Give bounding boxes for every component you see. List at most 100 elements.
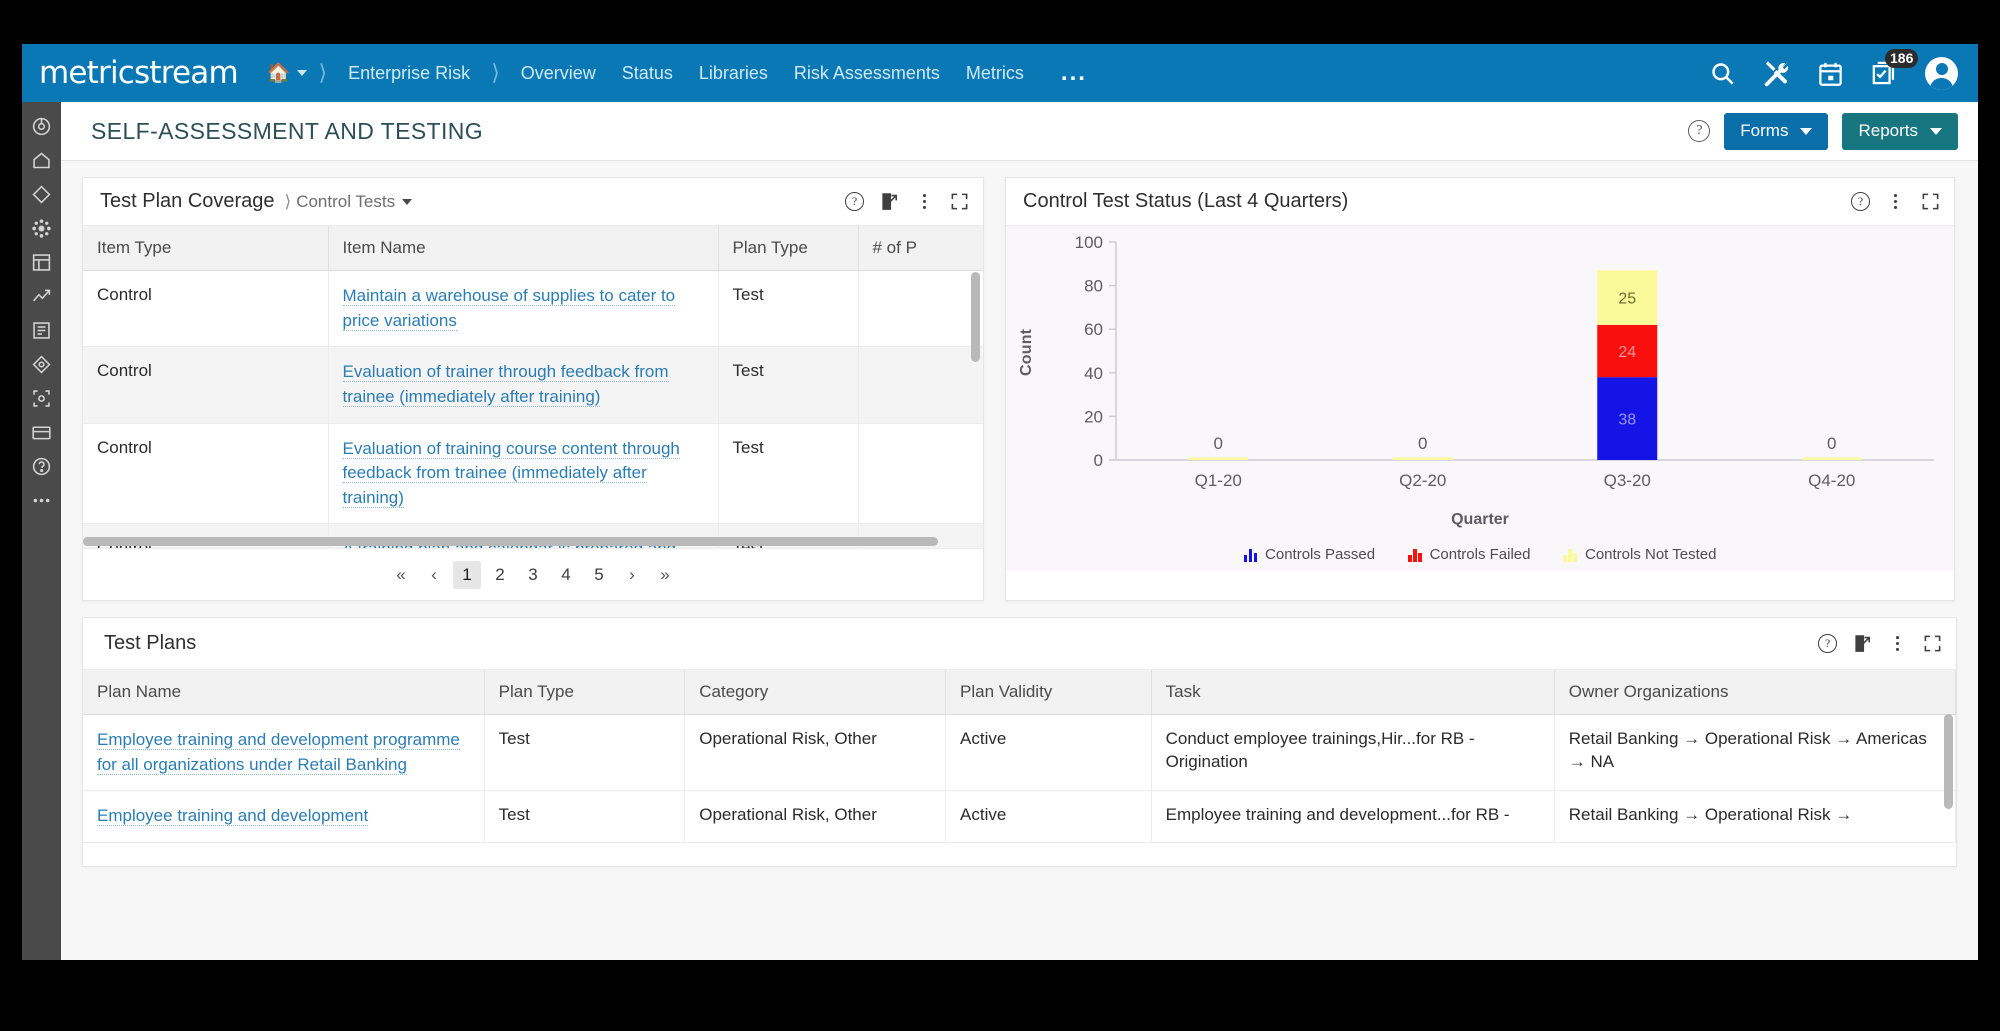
settings-gear-icon[interactable] xyxy=(31,218,52,239)
target-icon[interactable] xyxy=(31,388,52,409)
panel-subtitle-dropdown[interactable]: ⟩ Control Tests xyxy=(285,192,413,212)
cell-item-name: Evaluation of trainer through feedback f… xyxy=(328,346,719,424)
forms-button[interactable]: Forms xyxy=(1724,112,1829,150)
help-circle-icon[interactable]: ? xyxy=(1818,634,1837,653)
nav-link-overview[interactable]: Overview xyxy=(508,44,609,102)
help-icon[interactable] xyxy=(31,456,52,477)
kebab-menu-icon[interactable] xyxy=(915,192,934,211)
horizontal-scrollbar[interactable] xyxy=(83,537,938,546)
pagination-first[interactable]: « xyxy=(387,561,415,589)
x-axis-tick: Q3-20 xyxy=(1604,471,1651,490)
archive-icon[interactable] xyxy=(31,422,52,443)
chart-zero-label: 0 xyxy=(1418,434,1427,453)
tools-icon[interactable] xyxy=(1763,60,1790,87)
pagination-page-3[interactable]: 3 xyxy=(519,561,547,589)
brand-logo[interactable]: metricstream xyxy=(39,55,239,91)
column-header-num-plans[interactable]: # of P xyxy=(858,226,983,271)
left-sidebar-rail xyxy=(22,102,61,960)
breadcrumb-separator-icon: ⟩ xyxy=(491,60,500,85)
cell-category: Operational Risk, Other xyxy=(684,714,947,792)
chevron-down-icon xyxy=(296,70,307,76)
vertical-scrollbar[interactable] xyxy=(1944,714,1953,809)
help-circle-icon[interactable]: ? xyxy=(1851,192,1870,211)
y-axis-tick: 60 xyxy=(1084,320,1103,339)
nav-link-status[interactable]: Status xyxy=(609,44,686,102)
kebab-menu-icon[interactable] xyxy=(1888,634,1907,653)
tasks-icon[interactable]: 186 xyxy=(1871,48,1919,87)
column-header-task[interactable]: Task xyxy=(1151,670,1555,715)
column-header-plan-name[interactable]: Plan Name xyxy=(83,670,485,715)
home-menu-button[interactable]: 🏠 xyxy=(263,64,311,83)
export-icon[interactable] xyxy=(1853,634,1872,653)
pagination-prev[interactable]: ‹ xyxy=(420,561,448,589)
search-icon[interactable] xyxy=(1709,60,1736,87)
panel-tools: ? xyxy=(845,192,969,211)
item-name-link[interactable]: Maintain a warehouse of supplies to cate… xyxy=(342,286,676,331)
chart-bar-label: 25 xyxy=(1618,291,1636,308)
column-header-owner-organizations[interactable]: Owner Organizations xyxy=(1554,670,1956,715)
chevron-down-icon xyxy=(1930,127,1942,135)
column-header-plan-type[interactable]: Plan Type xyxy=(484,670,686,715)
cell-category: Operational Risk, Other xyxy=(684,790,947,843)
reports-button-label: Reports xyxy=(1858,121,1918,140)
nav-more-button[interactable]: ... xyxy=(1037,44,1100,102)
kebab-menu-icon[interactable] xyxy=(1886,192,1905,211)
library-icon[interactable] xyxy=(31,252,52,273)
avatar[interactable] xyxy=(1925,56,1958,90)
panel-header: Test Plan Coverage ⟩ Control Tests ? xyxy=(83,178,983,226)
reports-button[interactable]: Reports xyxy=(1842,112,1958,150)
cell-task: Conduct employee trainings,Hir...for RB … xyxy=(1151,714,1555,792)
expand-icon[interactable] xyxy=(1923,634,1942,653)
top-navigation-bar: metricstream 🏠 ⟩ Enterprise Risk ⟩ Overv… xyxy=(22,44,1978,102)
pagination-next[interactable]: › xyxy=(618,561,646,589)
legend-item[interactable]: Controls Passed xyxy=(1243,546,1376,563)
vertical-scrollbar[interactable] xyxy=(971,272,980,362)
home-alt-icon[interactable] xyxy=(31,150,52,171)
breadcrumb-item-enterprise-risk[interactable]: Enterprise Risk xyxy=(335,44,483,102)
item-name-link[interactable]: Evaluation of trainer through feedback f… xyxy=(342,362,669,407)
cell-task: Employee training and development...for … xyxy=(1151,790,1555,843)
dashboard-icon[interactable] xyxy=(31,116,52,137)
column-header-plan-type[interactable]: Plan Type xyxy=(718,226,859,271)
help-circle-icon[interactable]: ? xyxy=(1688,120,1711,142)
export-icon[interactable] xyxy=(880,192,899,211)
nav-link-metrics[interactable]: Metrics xyxy=(953,44,1037,102)
shield-icon[interactable] xyxy=(31,354,52,375)
more-icon[interactable] xyxy=(31,490,52,511)
analytics-icon[interactable] xyxy=(31,286,52,307)
plan-name-link[interactable]: Employee training and development xyxy=(97,806,369,827)
help-circle-icon[interactable]: ? xyxy=(845,192,864,211)
calendar-icon[interactable] xyxy=(1817,60,1844,87)
expand-icon[interactable] xyxy=(1921,192,1940,211)
cell-num-plans xyxy=(858,270,983,348)
nav-link-libraries[interactable]: Libraries xyxy=(686,44,781,102)
item-name-link[interactable]: Evaluation of training course content th… xyxy=(342,438,680,508)
table-row: Control Evaluation of trainer through fee… xyxy=(83,346,983,424)
cell-plan-type: Test xyxy=(718,423,859,525)
pagination-last[interactable]: » xyxy=(651,561,679,589)
expand-icon[interactable] xyxy=(950,192,969,211)
nav-link-risk-assessments[interactable]: Risk Assessments xyxy=(781,44,953,102)
pagination-page-2[interactable]: 2 xyxy=(486,561,514,589)
y-axis-tick: 100 xyxy=(1075,233,1103,252)
page-title: SELF-ASSESSMENT AND TESTING xyxy=(91,117,484,144)
plan-name-link[interactable]: Employee training and development progra… xyxy=(97,730,460,775)
column-header-item-name[interactable]: Item Name xyxy=(328,226,719,271)
column-header-plan-validity[interactable]: Plan Validity xyxy=(945,670,1152,715)
diamond-icon[interactable] xyxy=(31,184,52,205)
table-header-row: Item Type Item Name Plan Type # of P xyxy=(83,226,983,271)
chart-bar-label: 38 xyxy=(1618,412,1636,429)
reports-icon[interactable] xyxy=(31,320,52,341)
legend-label: Controls Passed xyxy=(1265,546,1376,563)
pagination-page-4[interactable]: 4 xyxy=(552,561,580,589)
panel-title: Test Plan Coverage xyxy=(100,190,275,212)
panel-tools: ? xyxy=(1818,634,1942,653)
pagination-page-1[interactable]: 1 xyxy=(453,560,481,589)
column-header-category[interactable]: Category xyxy=(684,670,947,715)
legend-item[interactable]: Controls Failed xyxy=(1408,546,1530,563)
legend-item[interactable]: Controls Not Tested xyxy=(1563,546,1716,563)
pagination-page-5[interactable]: 5 xyxy=(585,561,613,589)
column-header-item-type[interactable]: Item Type xyxy=(83,226,329,271)
test-plans-table: Plan Name Plan Type Category Plan Validi… xyxy=(83,670,1956,843)
chart-x-axis-label: Quarter xyxy=(1451,511,1509,528)
